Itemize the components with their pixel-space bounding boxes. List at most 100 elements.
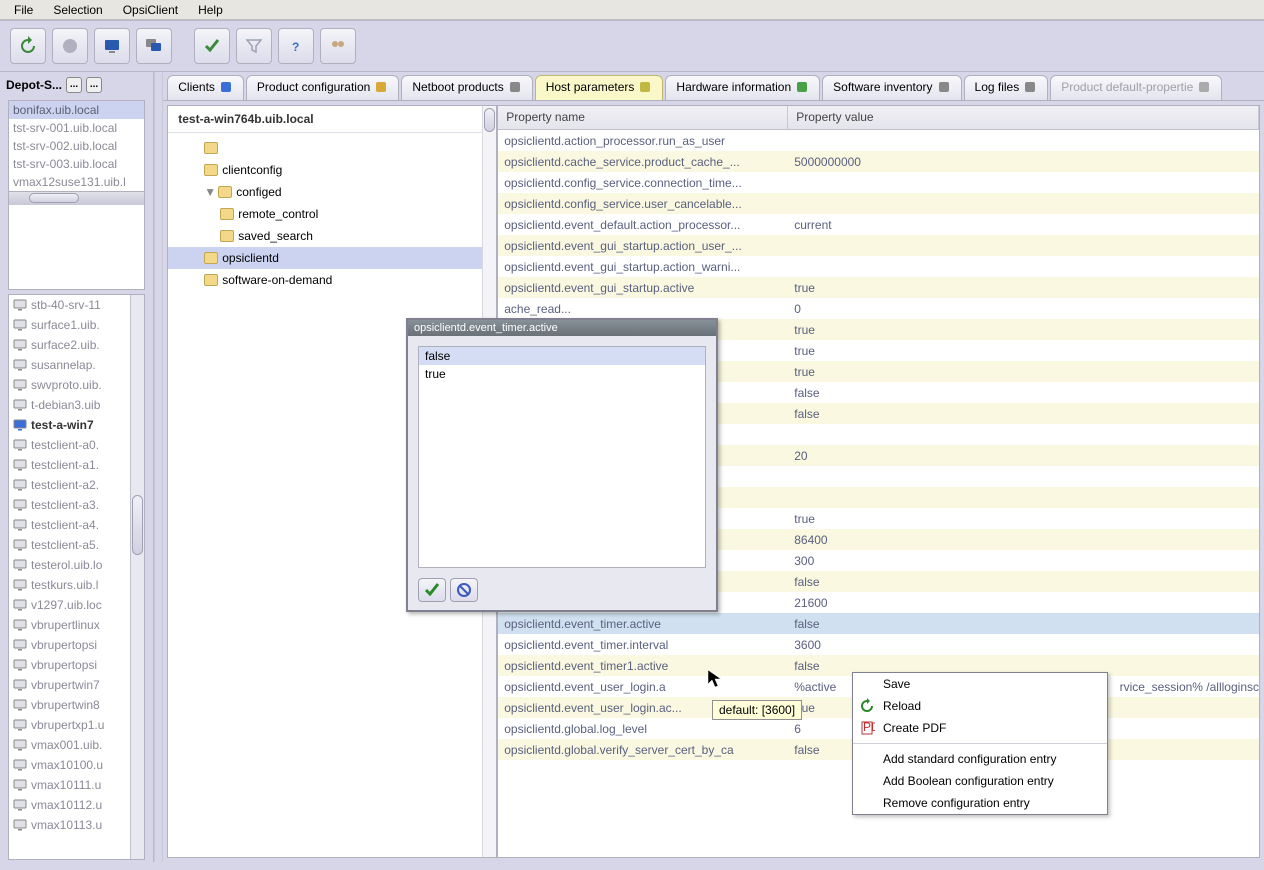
tree-item[interactable]: ▼configed	[168, 181, 496, 203]
popup-options-list[interactable]: falsetrue	[418, 346, 706, 568]
depot-item[interactable]: bonifax.uib.local	[9, 101, 144, 119]
property-row[interactable]: opsiclientd.config_service.user_cancelab…	[498, 193, 1259, 214]
tree-item[interactable]	[168, 137, 496, 159]
toolbar-group[interactable]	[320, 28, 356, 64]
client-item[interactable]: vmax10112.u	[9, 795, 130, 815]
client-item[interactable]: testclient-a2.	[9, 475, 130, 495]
popup-option[interactable]: true	[419, 365, 705, 383]
property-row[interactable]: opsiclientd.event_default.action_process…	[498, 214, 1259, 235]
tab[interactable]: Log files	[964, 75, 1049, 100]
client-item[interactable]: v1297.uib.loc	[9, 595, 130, 615]
menu-label: Save	[883, 677, 910, 691]
popup-confirm-button[interactable]	[418, 578, 446, 602]
menu-item[interactable]: PDFCreate PDF	[853, 717, 1107, 739]
client-item[interactable]: vbrupertlinux	[9, 615, 130, 635]
client-item[interactable]: testclient-a4.	[9, 515, 130, 535]
property-row[interactable]: opsiclientd.event_timer.activefalse	[498, 613, 1259, 634]
depot-list[interactable]: bonifax.uib.localtst-srv-001.uib.localts…	[8, 100, 145, 290]
property-row[interactable]: ache_read...0	[498, 298, 1259, 319]
menu-opsiclient[interactable]: OpsiClient	[113, 1, 188, 19]
toolbar-refresh[interactable]	[10, 28, 46, 64]
toolbar-filter[interactable]	[236, 28, 272, 64]
client-item[interactable]: vbrupertopsi	[9, 635, 130, 655]
scrollbar-thumb[interactable]	[484, 108, 495, 132]
client-item[interactable]: swvproto.uib.	[9, 375, 130, 395]
menu-selection[interactable]: Selection	[43, 1, 112, 19]
col-name[interactable]: Property name	[498, 106, 788, 129]
property-row[interactable]: opsiclientd.event_gui_startup.activetrue	[498, 277, 1259, 298]
depot-btn2[interactable]: ...	[86, 77, 102, 93]
tab[interactable]: Software inventory	[822, 75, 961, 100]
menu-item[interactable]: Add standard configuration entry	[853, 748, 1107, 770]
tree-label: software-on-demand	[222, 273, 332, 287]
col-value[interactable]: Property value	[788, 106, 1259, 129]
tab[interactable]: Host parameters	[535, 75, 664, 100]
menu-item[interactable]: Remove configuration entry	[853, 792, 1107, 814]
depot-item[interactable]: tst-srv-003.uib.local	[9, 155, 144, 173]
client-item[interactable]: vbrupertopsi	[9, 655, 130, 675]
toolbar-monitor2[interactable]	[136, 28, 172, 64]
client-item[interactable]: vbrupertwin7	[9, 675, 130, 695]
property-row[interactable]: opsiclientd.action_processor.run_as_user	[498, 130, 1259, 151]
client-item[interactable]: testclient-a5.	[9, 535, 130, 555]
tab[interactable]: Product configuration	[246, 75, 399, 100]
depot-item[interactable]: vmax12suse131.uib.l	[9, 173, 144, 191]
tree-item[interactable]: saved_search	[168, 225, 496, 247]
menu-file[interactable]: File	[4, 1, 43, 19]
tree-item[interactable]: opsiclientd	[168, 247, 496, 269]
client-item[interactable]: testclient-a0.	[9, 435, 130, 455]
client-item[interactable]: vbrupertwin8	[9, 695, 130, 715]
client-item[interactable]: testerol.uib.lo	[9, 555, 130, 575]
client-item[interactable]: surface1.uib.	[9, 315, 130, 335]
toggle-icon[interactable]: ▼	[204, 185, 214, 199]
popup-cancel-button[interactable]	[450, 578, 478, 602]
tree-item[interactable]: remote_control	[168, 203, 496, 225]
menu-item[interactable]: Add Boolean configuration entry	[853, 770, 1107, 792]
scrollbar-thumb[interactable]	[29, 193, 79, 203]
toolbar-world[interactable]	[52, 28, 88, 64]
menu-help[interactable]: Help	[188, 1, 233, 19]
value-editor-popup: opsiclientd.event_timer.active falsetrue	[406, 318, 718, 612]
depot-btn1[interactable]: ...	[66, 77, 82, 93]
tree-item[interactable]: clientconfig	[168, 159, 496, 181]
tab[interactable]: Netboot products	[401, 75, 532, 100]
prop-value: true	[788, 365, 1259, 379]
property-row[interactable]: opsiclientd.event_timer.interval3600	[498, 634, 1259, 655]
property-row[interactable]: opsiclientd.cache_service.product_cache_…	[498, 151, 1259, 172]
client-item[interactable]: testclient-a1.	[9, 455, 130, 475]
tab[interactable]: Clients	[167, 75, 244, 100]
menu-item[interactable]: Save	[853, 673, 1107, 695]
property-row[interactable]: opsiclientd.config_service.connection_ti…	[498, 172, 1259, 193]
client-label: testclient-a4.	[31, 518, 99, 532]
toolbar-monitor1[interactable]	[94, 28, 130, 64]
client-item[interactable]: vbrupertxp1.u	[9, 715, 130, 735]
client-list[interactable]: stb-40-srv-11surface1.uib.surface2.uib.s…	[8, 294, 145, 860]
property-row[interactable]: opsiclientd.event_gui_startup.action_use…	[498, 235, 1259, 256]
tab[interactable]: Hardware information	[665, 75, 820, 100]
client-item[interactable]: vmax10100.u	[9, 755, 130, 775]
client-item[interactable]: stb-40-srv-11	[9, 295, 130, 315]
scrollbar-vertical[interactable]	[130, 295, 144, 859]
property-row[interactable]: opsiclientd.event_gui_startup.action_war…	[498, 256, 1259, 277]
toolbar-check[interactable]	[194, 28, 230, 64]
client-item[interactable]: vmax10111.u	[9, 775, 130, 795]
scrollbar-thumb[interactable]	[132, 495, 143, 555]
client-item[interactable]: testkurs.uib.l	[9, 575, 130, 595]
depot-item[interactable]: tst-srv-001.uib.local	[9, 119, 144, 137]
depot-item[interactable]: tst-srv-002.uib.local	[9, 137, 144, 155]
client-label: vbrupertopsi	[31, 638, 97, 652]
client-item[interactable]: test-a-win7	[9, 415, 130, 435]
toolbar-help[interactable]: ?	[278, 28, 314, 64]
menu-item[interactable]: Reload	[853, 695, 1107, 717]
client-item[interactable]: testclient-a3.	[9, 495, 130, 515]
splitter[interactable]	[154, 72, 163, 862]
tree-label: remote_control	[238, 207, 318, 221]
scrollbar-horizontal[interactable]	[9, 191, 144, 205]
popup-option[interactable]: false	[419, 347, 705, 365]
tree-item[interactable]: software-on-demand	[168, 269, 496, 291]
client-item[interactable]: t-debian3.uib	[9, 395, 130, 415]
client-item[interactable]: vmax10113.u	[9, 815, 130, 835]
client-item[interactable]: vmax001.uib.	[9, 735, 130, 755]
client-item[interactable]: surface2.uib.	[9, 335, 130, 355]
client-item[interactable]: susannelap.	[9, 355, 130, 375]
